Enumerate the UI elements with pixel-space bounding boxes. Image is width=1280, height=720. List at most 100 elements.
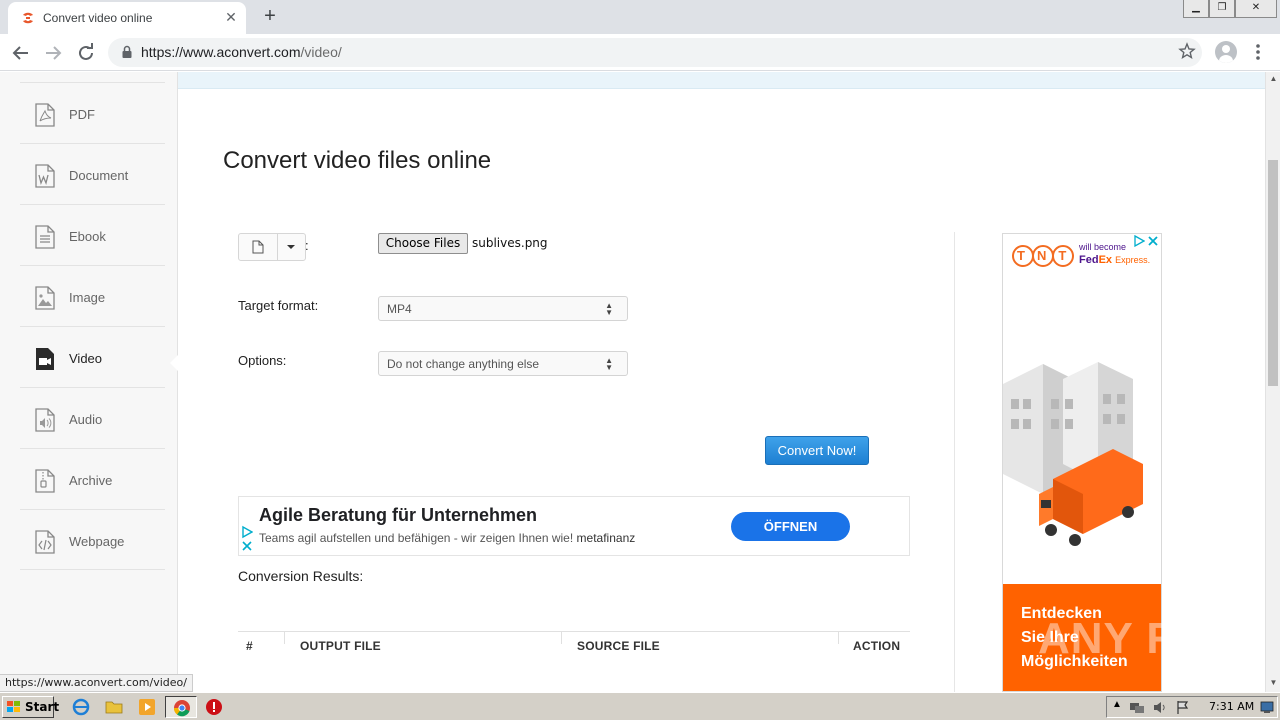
page-scrollbar[interactable]: ▲ ▼ [1265, 72, 1280, 692]
fedex-fed: Fed [1079, 254, 1099, 266]
fedex-ex: Ex [1098, 254, 1113, 266]
chosen-file-name: sublives.png [472, 236, 548, 250]
sidebar-item-label: Ebook [69, 229, 106, 244]
column-separator [838, 632, 839, 644]
tab-close-icon[interactable]: ✕ [222, 8, 240, 26]
file-source-dropdown[interactable] [238, 233, 306, 261]
sidebar-item-document[interactable]: Document [20, 143, 165, 204]
pdf-file-icon [35, 103, 55, 127]
col-action-header: ACTION [853, 639, 901, 653]
sidebar-item-label: Archive [69, 473, 113, 488]
profile-avatar-icon[interactable] [1215, 41, 1237, 63]
ad-subtitle-text: Teams agil aufstellen und befähigen - wi… [259, 531, 574, 545]
forward-arrow-icon[interactable] [40, 40, 66, 66]
category-sidebar: PDF Document Ebook Image Video Audio Arc… [0, 72, 178, 692]
back-arrow-icon[interactable] [8, 40, 34, 66]
adchoices-play-icon[interactable] [1133, 235, 1145, 247]
file-icon [252, 240, 264, 254]
new-tab-button[interactable]: + [258, 5, 282, 29]
caret-down-icon[interactable] [286, 244, 296, 250]
file-source-colon: : [305, 238, 309, 253]
active-indicator [170, 354, 179, 372]
options-value: Do not change anything else [387, 357, 540, 371]
scroll-down-icon[interactable]: ▼ [1266, 676, 1280, 690]
column-divider [954, 232, 955, 692]
video-camera-icon [36, 348, 54, 370]
tray-expand-icon[interactable]: ▲ [1112, 699, 1122, 710]
code-file-icon [35, 530, 55, 554]
sidebar-item-audio[interactable]: Audio [20, 387, 165, 448]
restore-icon[interactable]: ❐ [1209, 0, 1235, 18]
options-select[interactable]: Do not change anything else ▲ ▼ [378, 351, 628, 376]
taskbar-chrome-active[interactable] [165, 696, 197, 718]
start-button[interactable]: Start [2, 696, 59, 718]
status-bar-link: https://www.aconvert.com/video/ [0, 674, 193, 692]
internet-explorer-icon[interactable] [72, 698, 90, 716]
lock-icon [122, 45, 132, 58]
sidebar-item-image[interactable]: Image [20, 265, 165, 326]
column-separator [561, 632, 562, 644]
network-icon[interactable] [1129, 700, 1145, 715]
address-bar[interactable]: https://www.aconvert.com/video/ [108, 38, 1202, 67]
anyrun-watermark: ANY RUN [1038, 614, 1245, 663]
target-format-select[interactable]: MP4 ▲ ▼ [378, 296, 628, 321]
results-table-header: # OUTPUT FILE SOURCE FILE ACTION [238, 631, 910, 661]
image-file-icon [35, 286, 55, 310]
close-icon[interactable]: ✕ [1235, 0, 1277, 18]
url-path: /video/ [300, 44, 342, 60]
system-tray: ▲ 7:31 AM [1106, 696, 1278, 718]
browser-tab[interactable]: Convert video online ✕ [8, 2, 246, 34]
tab-title: Convert video online [43, 11, 153, 25]
convert-now-button[interactable]: Convert Now! [765, 436, 869, 465]
opera-stop-icon[interactable] [205, 698, 223, 716]
choose-files-button[interactable]: Choose Files [378, 233, 468, 254]
target-format-value: MP4 [387, 302, 412, 316]
col-output-file-header: OUTPUT FILE [300, 639, 381, 653]
screen: Convert video online ✕ + ▁ ❐ ✕ https://w… [0, 0, 1280, 720]
tnt-logo-text: TNT [1017, 248, 1079, 263]
media-player-icon[interactable] [138, 698, 156, 716]
volume-icon[interactable] [1152, 700, 1168, 715]
target-format-label: Target format: [238, 298, 319, 313]
url-text: https://www.aconvert.com/video/ [141, 44, 342, 60]
browser-tabstrip: Convert video online ✕ + ▁ ❐ ✕ [0, 0, 1280, 34]
select-arrows-icon: ▲ ▼ [605, 301, 613, 317]
will-become-text: will become [1079, 242, 1127, 252]
folder-icon[interactable] [105, 698, 123, 716]
scroll-thumb[interactable] [1268, 160, 1278, 386]
aconvert-favicon-icon [23, 12, 33, 24]
fedex-logo: FedEx Express. [1079, 254, 1150, 266]
sidebar-item-archive[interactable]: Archive [20, 448, 165, 509]
sidebar-item-webpage[interactable]: Webpage [20, 509, 165, 570]
conversion-results-label: Conversion Results: [238, 568, 364, 584]
url-host: https://www.aconvert.com [141, 44, 301, 60]
minimize-icon[interactable]: ▁ [1183, 0, 1209, 18]
sidebar-item-label: PDF [69, 107, 95, 122]
windows-logo-icon [7, 701, 20, 712]
adchoices-icon[interactable] [241, 525, 253, 553]
fedex-express: Express. [1115, 255, 1151, 265]
sidebar-item-ebook[interactable]: Ebook [20, 204, 165, 265]
chrome-icon [173, 700, 190, 717]
sidebar-item-label: Webpage [69, 534, 125, 549]
start-label: Start [25, 700, 60, 714]
options-label: Options: [238, 353, 287, 368]
windows-taskbar: Start ▲ 7:31 AM [0, 692, 1280, 720]
col-source-file-header: SOURCE FILE [577, 639, 660, 653]
ad-banner[interactable]: Agile Beratung für Unternehmen Teams agi… [238, 496, 910, 556]
ad-close-icon[interactable] [1147, 235, 1159, 247]
top-banner-strip [178, 72, 1265, 89]
bookmark-star-icon[interactable] [1178, 42, 1196, 60]
sidebar-item-label: Video [69, 351, 103, 366]
flag-notification-icon[interactable] [1175, 700, 1191, 715]
sidebar-item-label: Document [69, 168, 129, 183]
sidebar-item-video[interactable]: Video [20, 326, 165, 387]
ad-open-button[interactable]: ÖFFNEN [731, 512, 850, 541]
sidebar-item-pdf[interactable]: PDF [20, 82, 165, 143]
show-desktop-icon[interactable] [1260, 701, 1274, 714]
reload-icon[interactable] [73, 40, 99, 66]
ad-title: Agile Beratung für Unternehmen [259, 505, 538, 525]
scroll-up-icon[interactable]: ▲ [1266, 72, 1280, 86]
browser-menu-icon[interactable] [1250, 42, 1266, 62]
column-separator [284, 632, 285, 644]
